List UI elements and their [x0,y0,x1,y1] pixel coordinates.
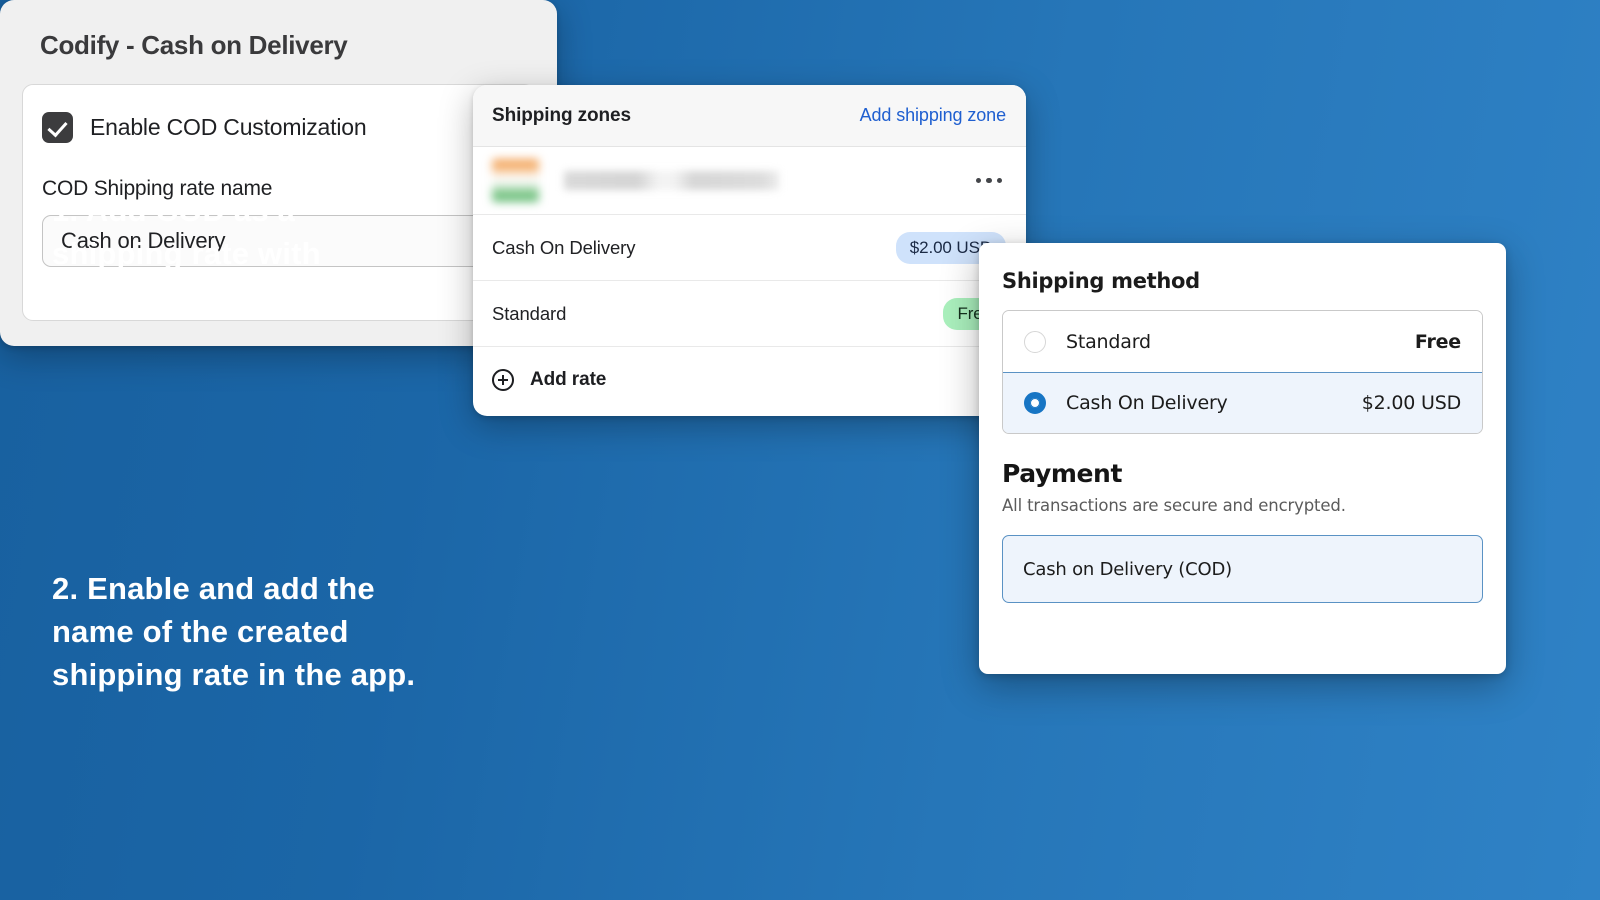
ellipsis-horizontal-icon[interactable] [972,168,1007,194]
shipping-method-options: Standard Free Cash On Delivery $2.00 USD [1002,310,1483,434]
payment-heading: Payment [1002,459,1123,488]
payment-option-label: Cash on Delivery (COD) [1023,558,1232,580]
shipping-zone-row[interactable] [473,147,1026,215]
payment-option-cod[interactable]: Cash on Delivery (COD) [1002,535,1483,603]
shipping-method-option-standard[interactable]: Standard Free [1003,311,1482,373]
payment-subtext: All transactions are secure and encrypte… [1002,496,1346,515]
shipping-method-price: $2.00 USD [1361,392,1461,414]
radio-icon[interactable] [1024,392,1046,414]
shipping-method-name: Cash On Delivery [1066,392,1228,414]
shipping-zones-header: Shipping zones Add shipping zone [473,85,1026,147]
radio-icon[interactable] [1024,331,1046,353]
add-rate-label: Add rate [530,369,607,390]
instructions-panel: 1. Add COD as a shipping rate with COD c… [52,0,452,900]
instruction-step-2: 2. Enable and add the name of the create… [52,571,416,692]
shipping-method-price: Free [1414,331,1461,353]
zone-name-redacted [564,171,779,190]
rate-name: Cash On Delivery [492,236,636,258]
shipping-method-heading: Shipping method [1002,269,1200,293]
rate-name: Standard [492,302,567,324]
shipping-method-name: Standard [1066,331,1151,353]
plus-circle-icon [492,369,514,391]
table-row[interactable]: Standard Free [473,281,1026,347]
instruction-step-1: 1. Add COD as a shipping rate with COD c… [52,193,321,314]
enable-cod-checkbox[interactable] [42,112,73,143]
add-shipping-zone-link[interactable]: Add shipping zone [860,105,1007,126]
table-row[interactable]: Cash On Delivery $2.00 USD [473,215,1026,281]
shipping-zones-card: Shipping zones Add shipping zone Cash On… [473,85,1026,416]
shipping-method-option-cod[interactable]: Cash On Delivery $2.00 USD [1003,372,1482,433]
add-rate-button[interactable]: Add rate [473,347,1026,413]
page-title: Shipping zones [492,104,631,126]
checkout-panel: Shipping method Standard Free Cash On De… [979,243,1506,674]
india-flag-icon [492,159,539,202]
